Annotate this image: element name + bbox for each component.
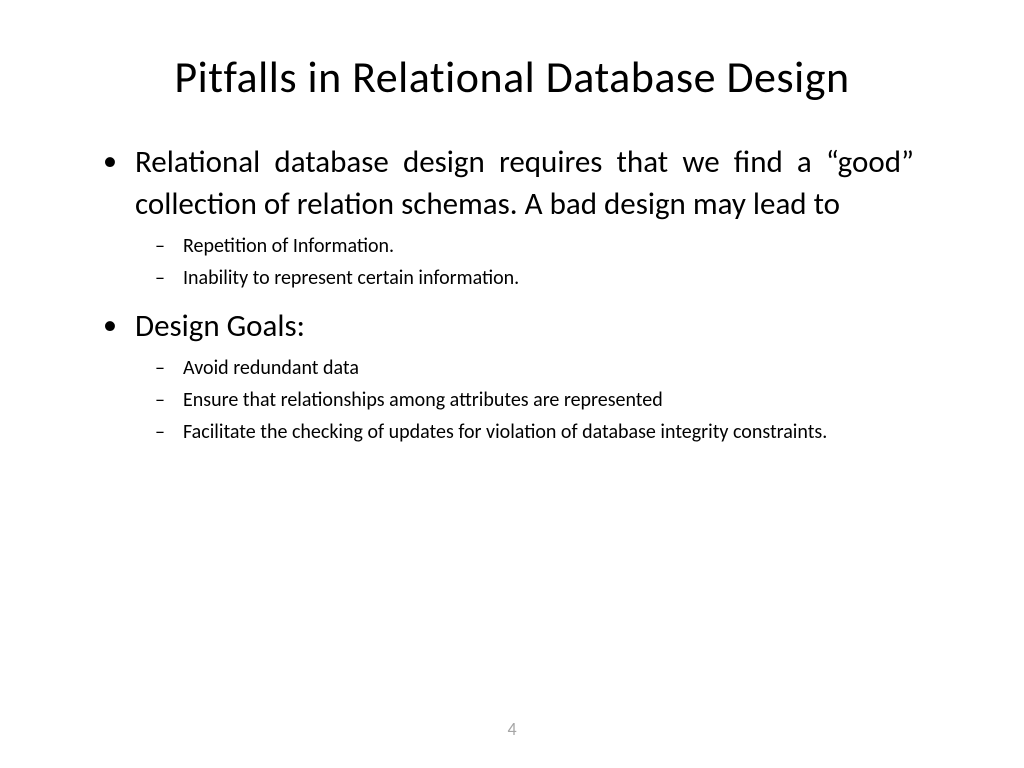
sub-bullet-group: Avoid redundant data Ensure that relatio…: [135, 354, 914, 446]
sub-bullet-item: Facilitate the checking of updates for v…: [183, 418, 914, 446]
bullet-item: Design Goals:: [135, 306, 914, 348]
sub-bullet-item: Repetition of Information.: [183, 232, 914, 260]
bullet-item: Relational database design requires that…: [135, 142, 914, 226]
sub-bullet-item: Avoid redundant data: [183, 354, 914, 382]
slide-content: Relational database design requires that…: [80, 142, 944, 446]
sub-bullet-item: Ensure that relationships among attribut…: [183, 386, 914, 414]
sub-bullet-group: Repetition of Information. Inability to …: [135, 232, 914, 292]
page-number: 4: [0, 718, 1024, 740]
slide-container: Pitfalls in Relational Database Design R…: [0, 0, 1024, 768]
slide-title: Pitfalls in Relational Database Design: [80, 50, 944, 104]
sub-bullet-item: Inability to represent certain informati…: [183, 264, 914, 292]
